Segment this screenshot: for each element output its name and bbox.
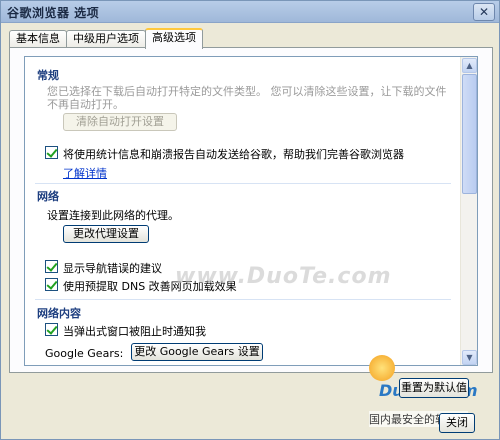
tab-bar: 基本信息 中级用户选项 高级选项: [9, 28, 203, 49]
section-divider: [35, 183, 451, 184]
tab-basics[interactable]: 基本信息: [9, 30, 67, 48]
watermark-text: www.DuoTe.com: [175, 264, 392, 289]
close-button[interactable]: 关闭: [439, 413, 475, 433]
tab-intermediate[interactable]: 中级用户选项: [66, 30, 146, 48]
section-title-web-content: 网络内容: [37, 307, 81, 320]
close-icon[interactable]: ✕: [473, 3, 495, 21]
window-title: 谷歌浏览器 选项: [7, 6, 100, 20]
sun-logo-icon: [369, 355, 395, 381]
settings-content: 常规 您已选择在下载后自动打开特定的文件类型。 您可以清除这些设置，让下载的文件…: [25, 57, 461, 365]
stats-checkbox-label: 将使用统计信息和崩溃报告自动发送给谷歌，帮助我们完善谷歌浏览器: [63, 148, 404, 161]
nav-error-label: 显示导航错误的建议: [63, 262, 162, 275]
scroll-up-icon[interactable]: ▲: [462, 58, 477, 73]
stats-checkbox[interactable]: [45, 146, 58, 159]
auto-open-description: 您已选择在下载后自动打开特定的文件类型。 您可以清除这些设置，让下载的文件不再自…: [47, 85, 447, 111]
section-divider: [35, 299, 451, 300]
section-title-network: 网络: [37, 190, 59, 203]
learn-more-link[interactable]: 了解详情: [63, 165, 107, 181]
popup-notify-label: 当弹出式窗口被阻止时通知我: [63, 325, 206, 338]
google-gears-settings-button[interactable]: 更改 Google Gears 设置: [131, 343, 263, 361]
tab-panel: 常规 您已选择在下载后自动打开特定的文件类型。 您可以清除这些设置，让下载的文件…: [9, 47, 493, 373]
settings-scroll-area[interactable]: 常规 您已选择在下载后自动打开特定的文件类型。 您可以清除这些设置，让下载的文件…: [24, 56, 478, 366]
change-proxy-button[interactable]: 更改代理设置: [63, 225, 149, 243]
options-dialog: 谷歌浏览器 选项 ✕ 基本信息 中级用户选项 高级选项 常规 您已选择在下载后自…: [0, 0, 500, 440]
dns-prefetch-checkbox[interactable]: [45, 278, 58, 291]
popup-notify-checkbox[interactable]: [45, 323, 58, 336]
vertical-scrollbar[interactable]: ▲ ▼: [460, 57, 477, 365]
title-bar[interactable]: 谷歌浏览器 选项 ✕: [1, 1, 499, 23]
section-title-general: 常规: [37, 69, 59, 82]
proxy-description: 设置连接到此网络的代理。: [47, 209, 179, 222]
scroll-thumb[interactable]: [462, 74, 477, 194]
tab-advanced[interactable]: 高级选项: [145, 28, 203, 49]
reset-defaults-button[interactable]: 重置为默认值: [399, 378, 469, 398]
clear-auto-open-button[interactable]: 清除自动打开设置: [63, 113, 177, 131]
google-gears-label: Google Gears:: [45, 347, 124, 360]
nav-error-checkbox[interactable]: [45, 260, 58, 273]
